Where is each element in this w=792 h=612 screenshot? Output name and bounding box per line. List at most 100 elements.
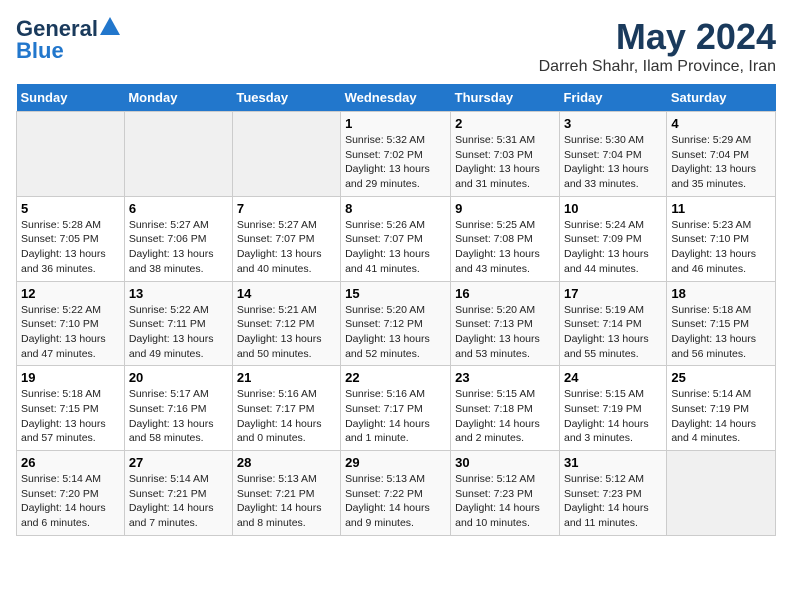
calendar-cell: 2 Sunrise: 5:31 AM Sunset: 7:03 PM Daylig… [451, 112, 560, 197]
calendar-cell: 17 Sunrise: 5:19 AM Sunset: 7:14 PM Dayli… [559, 281, 666, 366]
day-info: Sunrise: 5:15 AM Sunset: 7:18 PM Dayligh… [455, 387, 555, 446]
day-number: 15 [345, 286, 446, 301]
day-info: Sunrise: 5:20 AM Sunset: 7:13 PM Dayligh… [455, 303, 555, 362]
day-number: 27 [129, 455, 228, 470]
header-row: SundayMondayTuesdayWednesdayThursdayFrid… [17, 84, 776, 112]
day-info: Sunrise: 5:13 AM Sunset: 7:22 PM Dayligh… [345, 472, 446, 531]
calendar-table: SundayMondayTuesdayWednesdayThursdayFrid… [16, 84, 776, 536]
calendar-cell: 25 Sunrise: 5:14 AM Sunset: 7:19 PM Dayli… [667, 366, 776, 451]
calendar-cell: 9 Sunrise: 5:25 AM Sunset: 7:08 PM Daylig… [451, 196, 560, 281]
calendar-cell: 22 Sunrise: 5:16 AM Sunset: 7:17 PM Dayli… [341, 366, 451, 451]
day-info: Sunrise: 5:28 AM Sunset: 7:05 PM Dayligh… [21, 218, 120, 277]
day-info: Sunrise: 5:26 AM Sunset: 7:07 PM Dayligh… [345, 218, 446, 277]
day-number: 4 [671, 116, 771, 131]
col-header-friday: Friday [559, 84, 666, 112]
day-info: Sunrise: 5:31 AM Sunset: 7:03 PM Dayligh… [455, 133, 555, 192]
day-info: Sunrise: 5:21 AM Sunset: 7:12 PM Dayligh… [237, 303, 336, 362]
day-info: Sunrise: 5:27 AM Sunset: 7:07 PM Dayligh… [237, 218, 336, 277]
calendar-cell: 31 Sunrise: 5:12 AM Sunset: 7:23 PM Dayli… [559, 451, 666, 536]
day-info: Sunrise: 5:30 AM Sunset: 7:04 PM Dayligh… [564, 133, 662, 192]
logo-blue: Blue [16, 38, 64, 64]
calendar-cell [232, 112, 340, 197]
calendar-cell: 19 Sunrise: 5:18 AM Sunset: 7:15 PM Dayli… [17, 366, 125, 451]
col-header-tuesday: Tuesday [232, 84, 340, 112]
day-number: 30 [455, 455, 555, 470]
day-number: 25 [671, 370, 771, 385]
calendar-cell: 26 Sunrise: 5:14 AM Sunset: 7:20 PM Dayli… [17, 451, 125, 536]
calendar-cell [17, 112, 125, 197]
calendar-cell: 11 Sunrise: 5:23 AM Sunset: 7:10 PM Dayli… [667, 196, 776, 281]
day-number: 12 [21, 286, 120, 301]
day-number: 14 [237, 286, 336, 301]
month-title: May 2024 [539, 16, 776, 58]
calendar-cell [667, 451, 776, 536]
calendar-cell: 30Sunrise: 5:12 AM Sunset: 7:23 PM Dayli… [451, 451, 560, 536]
calendar-cell: 15 Sunrise: 5:20 AM Sunset: 7:12 PM Dayli… [341, 281, 451, 366]
day-number: 3 [564, 116, 662, 131]
calendar-week-1: 1Sunrise: 5:32 AM Sunset: 7:02 PM Daylig… [17, 112, 776, 197]
day-number: 24 [564, 370, 662, 385]
calendar-week-3: 12 Sunrise: 5:22 AM Sunset: 7:10 PM Dayli… [17, 281, 776, 366]
day-number: 17 [564, 286, 662, 301]
day-info: Sunrise: 5:29 AM Sunset: 7:04 PM Dayligh… [671, 133, 771, 192]
day-number: 1 [345, 116, 446, 131]
day-number: 26 [21, 455, 120, 470]
day-info: Sunrise: 5:22 AM Sunset: 7:11 PM Dayligh… [129, 303, 228, 362]
day-number: 2 [455, 116, 555, 131]
calendar-cell: 23Sunrise: 5:15 AM Sunset: 7:18 PM Dayli… [451, 366, 560, 451]
calendar-cell: 24 Sunrise: 5:15 AM Sunset: 7:19 PM Dayli… [559, 366, 666, 451]
col-header-wednesday: Wednesday [341, 84, 451, 112]
day-number: 31 [564, 455, 662, 470]
calendar-cell: 20Sunrise: 5:17 AM Sunset: 7:16 PM Dayli… [124, 366, 232, 451]
day-info: Sunrise: 5:14 AM Sunset: 7:21 PM Dayligh… [129, 472, 228, 531]
day-info: Sunrise: 5:13 AM Sunset: 7:21 PM Dayligh… [237, 472, 336, 531]
calendar-cell: 12 Sunrise: 5:22 AM Sunset: 7:10 PM Dayli… [17, 281, 125, 366]
calendar-cell: 4 Sunrise: 5:29 AM Sunset: 7:04 PM Daylig… [667, 112, 776, 197]
day-number: 22 [345, 370, 446, 385]
calendar-week-4: 19 Sunrise: 5:18 AM Sunset: 7:15 PM Dayli… [17, 366, 776, 451]
day-number: 6 [129, 201, 228, 216]
day-number: 7 [237, 201, 336, 216]
day-info: Sunrise: 5:23 AM Sunset: 7:10 PM Dayligh… [671, 218, 771, 277]
day-info: Sunrise: 5:16 AM Sunset: 7:17 PM Dayligh… [237, 387, 336, 446]
day-info: Sunrise: 5:15 AM Sunset: 7:19 PM Dayligh… [564, 387, 662, 446]
day-info: Sunrise: 5:20 AM Sunset: 7:12 PM Dayligh… [345, 303, 446, 362]
calendar-cell: 14 Sunrise: 5:21 AM Sunset: 7:12 PM Dayli… [232, 281, 340, 366]
calendar-cell: 10 Sunrise: 5:24 AM Sunset: 7:09 PM Dayli… [559, 196, 666, 281]
calendar-cell: 16Sunrise: 5:20 AM Sunset: 7:13 PM Dayli… [451, 281, 560, 366]
calendar-cell: 8Sunrise: 5:26 AM Sunset: 7:07 PM Daylig… [341, 196, 451, 281]
day-number: 11 [671, 201, 771, 216]
day-info: Sunrise: 5:19 AM Sunset: 7:14 PM Dayligh… [564, 303, 662, 362]
day-info: Sunrise: 5:24 AM Sunset: 7:09 PM Dayligh… [564, 218, 662, 277]
day-info: Sunrise: 5:25 AM Sunset: 7:08 PM Dayligh… [455, 218, 555, 277]
logo-icon [100, 17, 120, 37]
title-block: May 2024 Darreh Shahr, Ilam Province, Ir… [539, 16, 776, 76]
calendar-cell: 29 Sunrise: 5:13 AM Sunset: 7:22 PM Dayli… [341, 451, 451, 536]
day-info: Sunrise: 5:14 AM Sunset: 7:20 PM Dayligh… [21, 472, 120, 531]
day-number: 20 [129, 370, 228, 385]
day-info: Sunrise: 5:27 AM Sunset: 7:06 PM Dayligh… [129, 218, 228, 277]
calendar-cell: 7 Sunrise: 5:27 AM Sunset: 7:07 PM Daylig… [232, 196, 340, 281]
day-info: Sunrise: 5:18 AM Sunset: 7:15 PM Dayligh… [671, 303, 771, 362]
calendar-cell [124, 112, 232, 197]
day-info: Sunrise: 5:14 AM Sunset: 7:19 PM Dayligh… [671, 387, 771, 446]
calendar-cell: 6 Sunrise: 5:27 AM Sunset: 7:06 PM Daylig… [124, 196, 232, 281]
day-number: 19 [21, 370, 120, 385]
day-info: Sunrise: 5:22 AM Sunset: 7:10 PM Dayligh… [21, 303, 120, 362]
day-info: Sunrise: 5:12 AM Sunset: 7:23 PM Dayligh… [564, 472, 662, 531]
calendar-week-2: 5 Sunrise: 5:28 AM Sunset: 7:05 PM Daylig… [17, 196, 776, 281]
calendar-cell: 5 Sunrise: 5:28 AM Sunset: 7:05 PM Daylig… [17, 196, 125, 281]
col-header-sunday: Sunday [17, 84, 125, 112]
page-header: General Blue May 2024 Darreh Shahr, Ilam… [16, 16, 776, 76]
calendar-cell: 18Sunrise: 5:18 AM Sunset: 7:15 PM Dayli… [667, 281, 776, 366]
day-number: 9 [455, 201, 555, 216]
day-info: Sunrise: 5:18 AM Sunset: 7:15 PM Dayligh… [21, 387, 120, 446]
col-header-saturday: Saturday [667, 84, 776, 112]
location-title: Darreh Shahr, Ilam Province, Iran [539, 58, 776, 76]
calendar-week-5: 26 Sunrise: 5:14 AM Sunset: 7:20 PM Dayli… [17, 451, 776, 536]
day-info: Sunrise: 5:16 AM Sunset: 7:17 PM Dayligh… [345, 387, 446, 446]
col-header-thursday: Thursday [451, 84, 560, 112]
day-number: 10 [564, 201, 662, 216]
day-number: 29 [345, 455, 446, 470]
day-number: 5 [21, 201, 120, 216]
